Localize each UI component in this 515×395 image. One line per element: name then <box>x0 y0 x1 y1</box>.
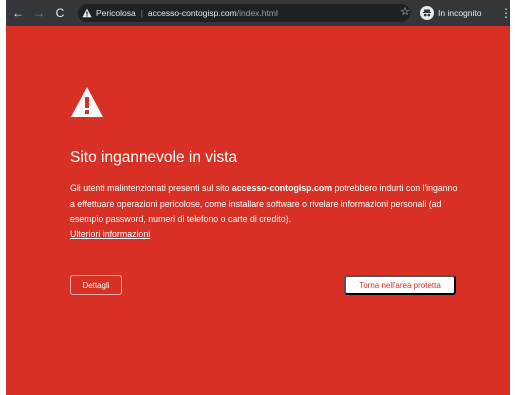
reload-button[interactable]: C <box>51 4 69 22</box>
kebab-menu-icon[interactable]: ⋮ <box>500 4 512 22</box>
browser-window: ← → C Pericolosa | accesso-contogisp.com… <box>6 0 512 395</box>
security-status-label[interactable]: Pericolosa <box>96 8 136 18</box>
incognito-label: In incognito <box>438 8 482 18</box>
page-title: Sito ingannevole in vista <box>70 149 238 166</box>
learn-more-link[interactable]: Ulteriori informazioni <box>70 229 150 239</box>
forward-button[interactable]: → <box>30 4 48 22</box>
warning-description: Gli utenti malintenzionati presenti sul … <box>70 181 462 228</box>
warning-site-name: accesso-contogisp.com <box>231 183 333 193</box>
warning-triangle-icon[interactable] <box>82 8 92 18</box>
safe-browsing-warning-page: Sito ingannevole in vista Gli utenti mal… <box>6 26 510 395</box>
back-button[interactable]: ← <box>9 4 27 22</box>
url-host[interactable]: accesso-contogisp.com <box>148 8 237 18</box>
details-button[interactable]: Dettagli <box>70 275 122 295</box>
star-icon[interactable]: ☆ <box>398 5 412 21</box>
incognito-icon <box>420 6 434 20</box>
address-separator: | <box>140 8 143 18</box>
back-to-safety-button[interactable]: Torna nell'area protetta <box>344 275 456 295</box>
danger-triangle-icon <box>71 87 103 117</box>
address-bar[interactable]: Pericolosa | accesso-contogisp.com/index… <box>78 4 410 22</box>
browser-toolbar: ← → C Pericolosa | accesso-contogisp.com… <box>6 0 512 26</box>
incognito-indicator[interactable]: In incognito <box>420 4 481 22</box>
url-path[interactable]: /index.html <box>237 8 278 18</box>
warning-text-start: Gli utenti malintenzionati presenti sul … <box>70 183 232 193</box>
